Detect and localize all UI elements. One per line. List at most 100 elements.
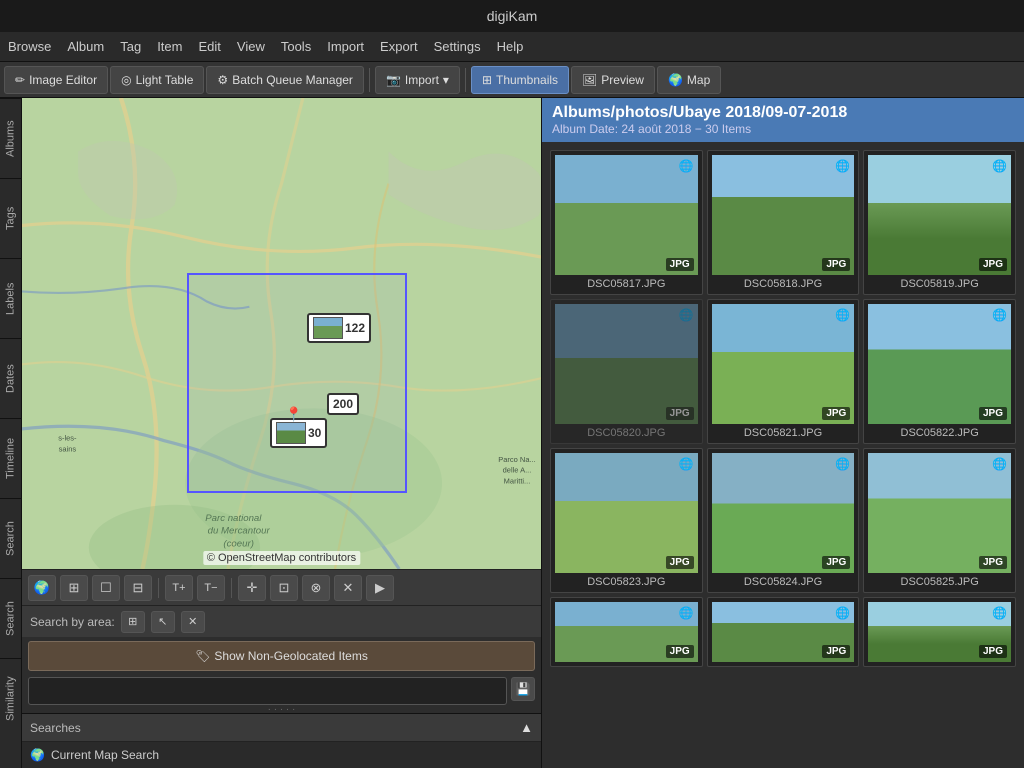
non-geo-icon: 🏷 — [195, 649, 210, 663]
thumb-item-9[interactable]: 🌐 JPG — [550, 597, 703, 667]
thumb-globe-icon-1: 🌐 — [835, 159, 850, 173]
menu-tools[interactable]: Tools — [281, 39, 311, 54]
preview-icon: 🖼 — [582, 73, 597, 87]
menu-settings[interactable]: Settings — [434, 39, 481, 54]
sidebar-tab-tags[interactable]: Tags — [0, 178, 21, 258]
menu-export[interactable]: Export — [380, 39, 418, 54]
thumb-badge-9: JPG — [666, 645, 694, 658]
toolbar-separator-2 — [465, 68, 466, 92]
searches-section: Searches ▲ 🌍 Current Map Search — [22, 713, 541, 768]
thumb-item-7[interactable]: 🌐 JPG DSC05824.JPG — [707, 448, 860, 593]
map-pin-icon: 📍 — [285, 406, 302, 423]
image-editor-button[interactable]: ✏ Image Editor — [4, 66, 108, 94]
sidebar-tab-search2[interactable]: Search — [0, 578, 21, 658]
sidebar-tab-similarity[interactable]: Similarity — [0, 658, 21, 738]
save-search-button[interactable]: 💾 — [511, 677, 535, 701]
thumb-item-8[interactable]: 🌐 JPG DSC05825.JPG — [863, 448, 1016, 593]
thumb-item-10[interactable]: 🌐 JPG — [707, 597, 860, 667]
thumb-name-0: DSC05817.JPG — [555, 278, 698, 290]
sidebar-tab-dates[interactable]: Dates — [0, 338, 21, 418]
album-header: Albums/photos/Ubaye 2018/09-07-2018 Albu… — [542, 98, 1024, 142]
toolbar-separator-1 — [369, 68, 370, 92]
thumb-badge-1: JPG — [822, 258, 850, 271]
svg-text:sains: sains — [59, 444, 77, 453]
search-area-select-btn[interactable]: ⊞ — [121, 611, 145, 633]
sidebar-tab-timeline[interactable]: Timeline — [0, 418, 21, 498]
thumb-badge-5: JPG — [979, 407, 1007, 420]
map-toolbar: 🌍 ⊞ ☐ ⊟ T+ T− ✛ ⊡ ⊗ ✕ ▶ — [22, 569, 541, 605]
svg-text:du Mercantour: du Mercantour — [208, 526, 271, 537]
thumb-badge-7: JPG — [822, 556, 850, 569]
thumb-item-5[interactable]: 🌐 JPG DSC05822.JPG — [863, 299, 1016, 444]
thumb-badge-10: JPG — [822, 645, 850, 658]
svg-text:s-les-: s-les- — [58, 434, 77, 443]
map-close-btn[interactable]: ✕ — [334, 575, 362, 601]
menu-edit[interactable]: Edit — [198, 39, 220, 54]
preview-button[interactable]: 🖼 Preview — [571, 66, 655, 94]
light-table-button[interactable]: ◎ Light Table — [110, 66, 204, 94]
thumb-name-1: DSC05818.JPG — [712, 278, 855, 290]
thumb-item-0[interactable]: 🌐 JPG DSC05817.JPG — [550, 150, 703, 295]
map-image-btn[interactable]: ⊟ — [124, 575, 152, 601]
map-cluster-200[interactable]: 200 — [327, 393, 359, 415]
thumb-name-6: DSC05823.JPG — [555, 576, 698, 588]
map-cluster-122[interactable]: 122 — [307, 313, 371, 343]
map-filter-btn[interactable]: ⊗ — [302, 575, 330, 601]
menu-view[interactable]: View — [237, 39, 265, 54]
thumb-globe-icon-8: 🌐 — [992, 457, 1007, 471]
map-frame-btn[interactable]: ⊡ — [270, 575, 298, 601]
map-play-btn[interactable]: ▶ — [366, 575, 394, 601]
thumb-globe-icon-4: 🌐 — [835, 308, 850, 322]
show-non-geolocated-button[interactable]: 🏷 Show Non-Geolocated Items — [28, 641, 535, 671]
menu-item[interactable]: Item — [157, 39, 182, 54]
thumb-item-11[interactable]: 🌐 JPG — [863, 597, 1016, 667]
thumbnails-button[interactable]: ⊞ Thumbnails — [471, 66, 569, 94]
thumb-item-3[interactable]: 🌐 JPG DSC05820.JPG — [550, 299, 703, 444]
map-button[interactable]: 🌍 Map — [657, 66, 721, 94]
right-panel: Albums/photos/Ubaye 2018/09-07-2018 Albu… — [542, 98, 1024, 768]
map-copyright: © OpenStreetMap contributors — [203, 551, 360, 565]
cluster-label-30: 30 — [308, 426, 321, 440]
map-tool-sep-2 — [231, 578, 232, 598]
title-bar: digiKam — [0, 0, 1024, 32]
menu-album[interactable]: Album — [67, 39, 104, 54]
sidebar-tab-albums[interactable]: Albums — [0, 98, 21, 178]
search-area-arrow-btn[interactable]: ↖ — [151, 611, 175, 633]
cluster-label-200: 200 — [333, 397, 353, 411]
sidebar-tab-search1[interactable]: Search — [0, 498, 21, 578]
cluster-thumb-30 — [276, 422, 306, 444]
map-text-minus-btn[interactable]: T− — [197, 575, 225, 601]
thumb-item-2[interactable]: 🌐 JPG DSC05819.JPG — [863, 150, 1016, 295]
search-area-clear-btn[interactable]: ✕ — [181, 611, 205, 633]
menu-import[interactable]: Import — [327, 39, 364, 54]
thumb-item-4[interactable]: 🌐 JPG DSC05821.JPG — [707, 299, 860, 444]
thumb-name-8: DSC05825.JPG — [868, 576, 1011, 588]
search-input[interactable] — [28, 677, 507, 705]
map-icon: 🌍 — [668, 73, 683, 87]
thumb-item-6[interactable]: 🌐 JPG DSC05823.JPG — [550, 448, 703, 593]
menu-tag[interactable]: Tag — [120, 39, 141, 54]
thumb-name-5: DSC05822.JPG — [868, 427, 1011, 439]
thumb-badge-8: JPG — [979, 556, 1007, 569]
map-text-plus-btn[interactable]: T+ — [165, 575, 193, 601]
sidebar-tab-labels[interactable]: Labels — [0, 258, 21, 338]
batch-queue-button[interactable]: ⚙ Batch Queue Manager — [206, 66, 364, 94]
import-button[interactable]: 📷 Import ▾ — [375, 66, 460, 94]
thumb-name-4: DSC05821.JPG — [712, 427, 855, 439]
map-crosshair-btn[interactable]: ✛ — [238, 575, 266, 601]
svg-text:delle A...: delle A... — [503, 466, 532, 475]
menu-help[interactable]: Help — [497, 39, 524, 54]
map-select-btn[interactable]: ☐ — [92, 575, 120, 601]
searches-header[interactable]: Searches ▲ — [22, 714, 541, 742]
searches-item-label: Current Map Search — [51, 748, 159, 762]
left-panel: Parc national du Mercantour (coeur) Parc… — [22, 98, 542, 768]
thumb-badge-11: JPG — [979, 645, 1007, 658]
map-globe-btn[interactable]: 🌍 — [28, 575, 56, 601]
map-grid-btn[interactable]: ⊞ — [60, 575, 88, 601]
menu-browse[interactable]: Browse — [8, 39, 51, 54]
map-area[interactable]: Parc national du Mercantour (coeur) Parc… — [22, 98, 541, 569]
image-editor-icon: ✏ — [15, 73, 25, 87]
thumb-globe-icon-6: 🌐 — [679, 457, 694, 471]
searches-item-current-map[interactable]: 🌍 Current Map Search — [22, 742, 541, 768]
thumb-item-1[interactable]: 🌐 JPG DSC05818.JPG — [707, 150, 860, 295]
